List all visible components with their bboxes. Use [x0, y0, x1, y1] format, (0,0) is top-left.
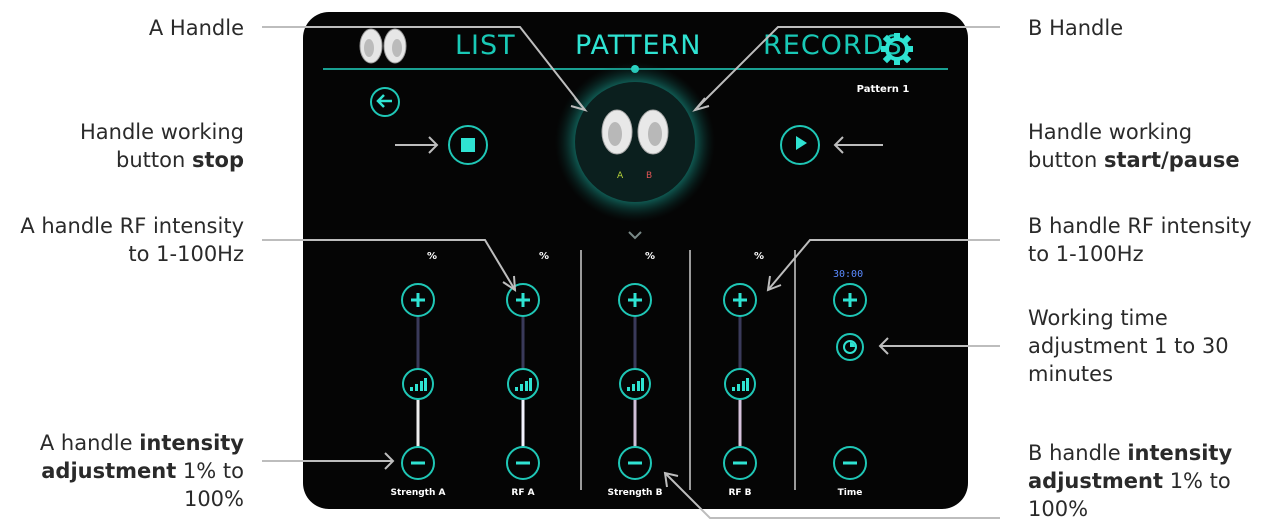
plus-icon — [729, 289, 751, 311]
minus-icon — [624, 452, 646, 474]
rf-a-unit: % — [538, 251, 550, 262]
time-slider-handle[interactable] — [836, 333, 864, 361]
rf-b-label: RF B — [728, 488, 752, 498]
rf-a-level-handle[interactable] — [507, 368, 539, 400]
strength-b-unit: % — [644, 251, 656, 262]
strength-a-label: Strength A — [390, 488, 446, 498]
annotation-b-intensity: B handle intensity adjustment 1% to 100% — [1028, 441, 1233, 521]
plus-icon — [839, 289, 861, 311]
pattern-name: Pattern 1 — [856, 84, 910, 95]
plus-icon — [624, 289, 646, 311]
strength-a-minus-button[interactable] — [401, 446, 435, 480]
minus-icon — [407, 452, 429, 474]
annotation-time: Working time adjustment 1 to 30 minutes — [1028, 306, 1229, 386]
stop-button[interactable] — [448, 125, 488, 165]
tab-pattern[interactable]: PATTERN — [575, 30, 701, 61]
annotation-a-rf: A handle RF intensity to 1-100Hz — [20, 214, 244, 266]
handle-b-label: B — [646, 171, 653, 181]
time-minus-button[interactable] — [833, 446, 867, 480]
device-screen: LIST PATTERN RECORDS Pattern 1 A B % % %… — [303, 12, 968, 509]
strength-a-plus-button[interactable] — [401, 283, 435, 317]
signal-bars-icon — [626, 377, 644, 391]
handles-logo-icon — [355, 26, 411, 70]
handles-icon — [591, 104, 681, 168]
strength-b-minus-button[interactable] — [618, 446, 652, 480]
arrow-left-icon — [376, 93, 394, 112]
clock-icon — [842, 339, 858, 355]
plus-icon — [407, 289, 429, 311]
minus-icon — [839, 452, 861, 474]
strength-a-level-handle[interactable] — [402, 368, 434, 400]
handle-a-label: A — [617, 171, 624, 181]
rf-b-plus-button[interactable] — [723, 283, 757, 317]
rf-b-minus-button[interactable] — [723, 446, 757, 480]
plus-icon — [512, 289, 534, 311]
tab-list[interactable]: LIST — [455, 30, 516, 61]
strength-b-label: Strength B — [607, 488, 663, 498]
annotation-start-pause: Handle working button start/pause — [1028, 120, 1240, 172]
signal-bars-icon — [514, 377, 532, 391]
annotation-stop: Handle working button stop — [79, 120, 244, 172]
stop-icon — [461, 138, 475, 152]
signal-bars-icon — [731, 377, 749, 391]
time-label: Time — [837, 488, 863, 498]
signal-bars-icon — [409, 377, 427, 391]
strength-b-plus-button[interactable] — [618, 283, 652, 317]
rf-a-minus-button[interactable] — [506, 446, 540, 480]
minus-icon — [729, 452, 751, 474]
annotation-a-handle: A Handle — [148, 16, 244, 40]
annotation-b-handle: B Handle — [1028, 16, 1124, 40]
minus-icon — [512, 452, 534, 474]
annotation-a-intensity: A handle intensity adjustment 1% to 100% — [39, 431, 244, 511]
rf-b-level-handle[interactable] — [724, 368, 756, 400]
start-pause-button[interactable] — [780, 125, 820, 165]
rf-a-plus-button[interactable] — [506, 283, 540, 317]
rf-a-label: RF A — [511, 488, 535, 498]
annotation-b-rf: B handle RF intensity to 1-100Hz — [1028, 214, 1252, 266]
gear-icon[interactable] — [880, 32, 914, 70]
time-plus-button[interactable] — [833, 283, 867, 317]
strength-a-unit: % — [426, 251, 438, 262]
strength-b-level-handle[interactable] — [619, 368, 651, 400]
timer-value: 30:00 — [833, 269, 864, 280]
back-button[interactable] — [370, 87, 400, 117]
play-icon — [792, 135, 808, 155]
rf-b-unit: % — [753, 251, 765, 262]
